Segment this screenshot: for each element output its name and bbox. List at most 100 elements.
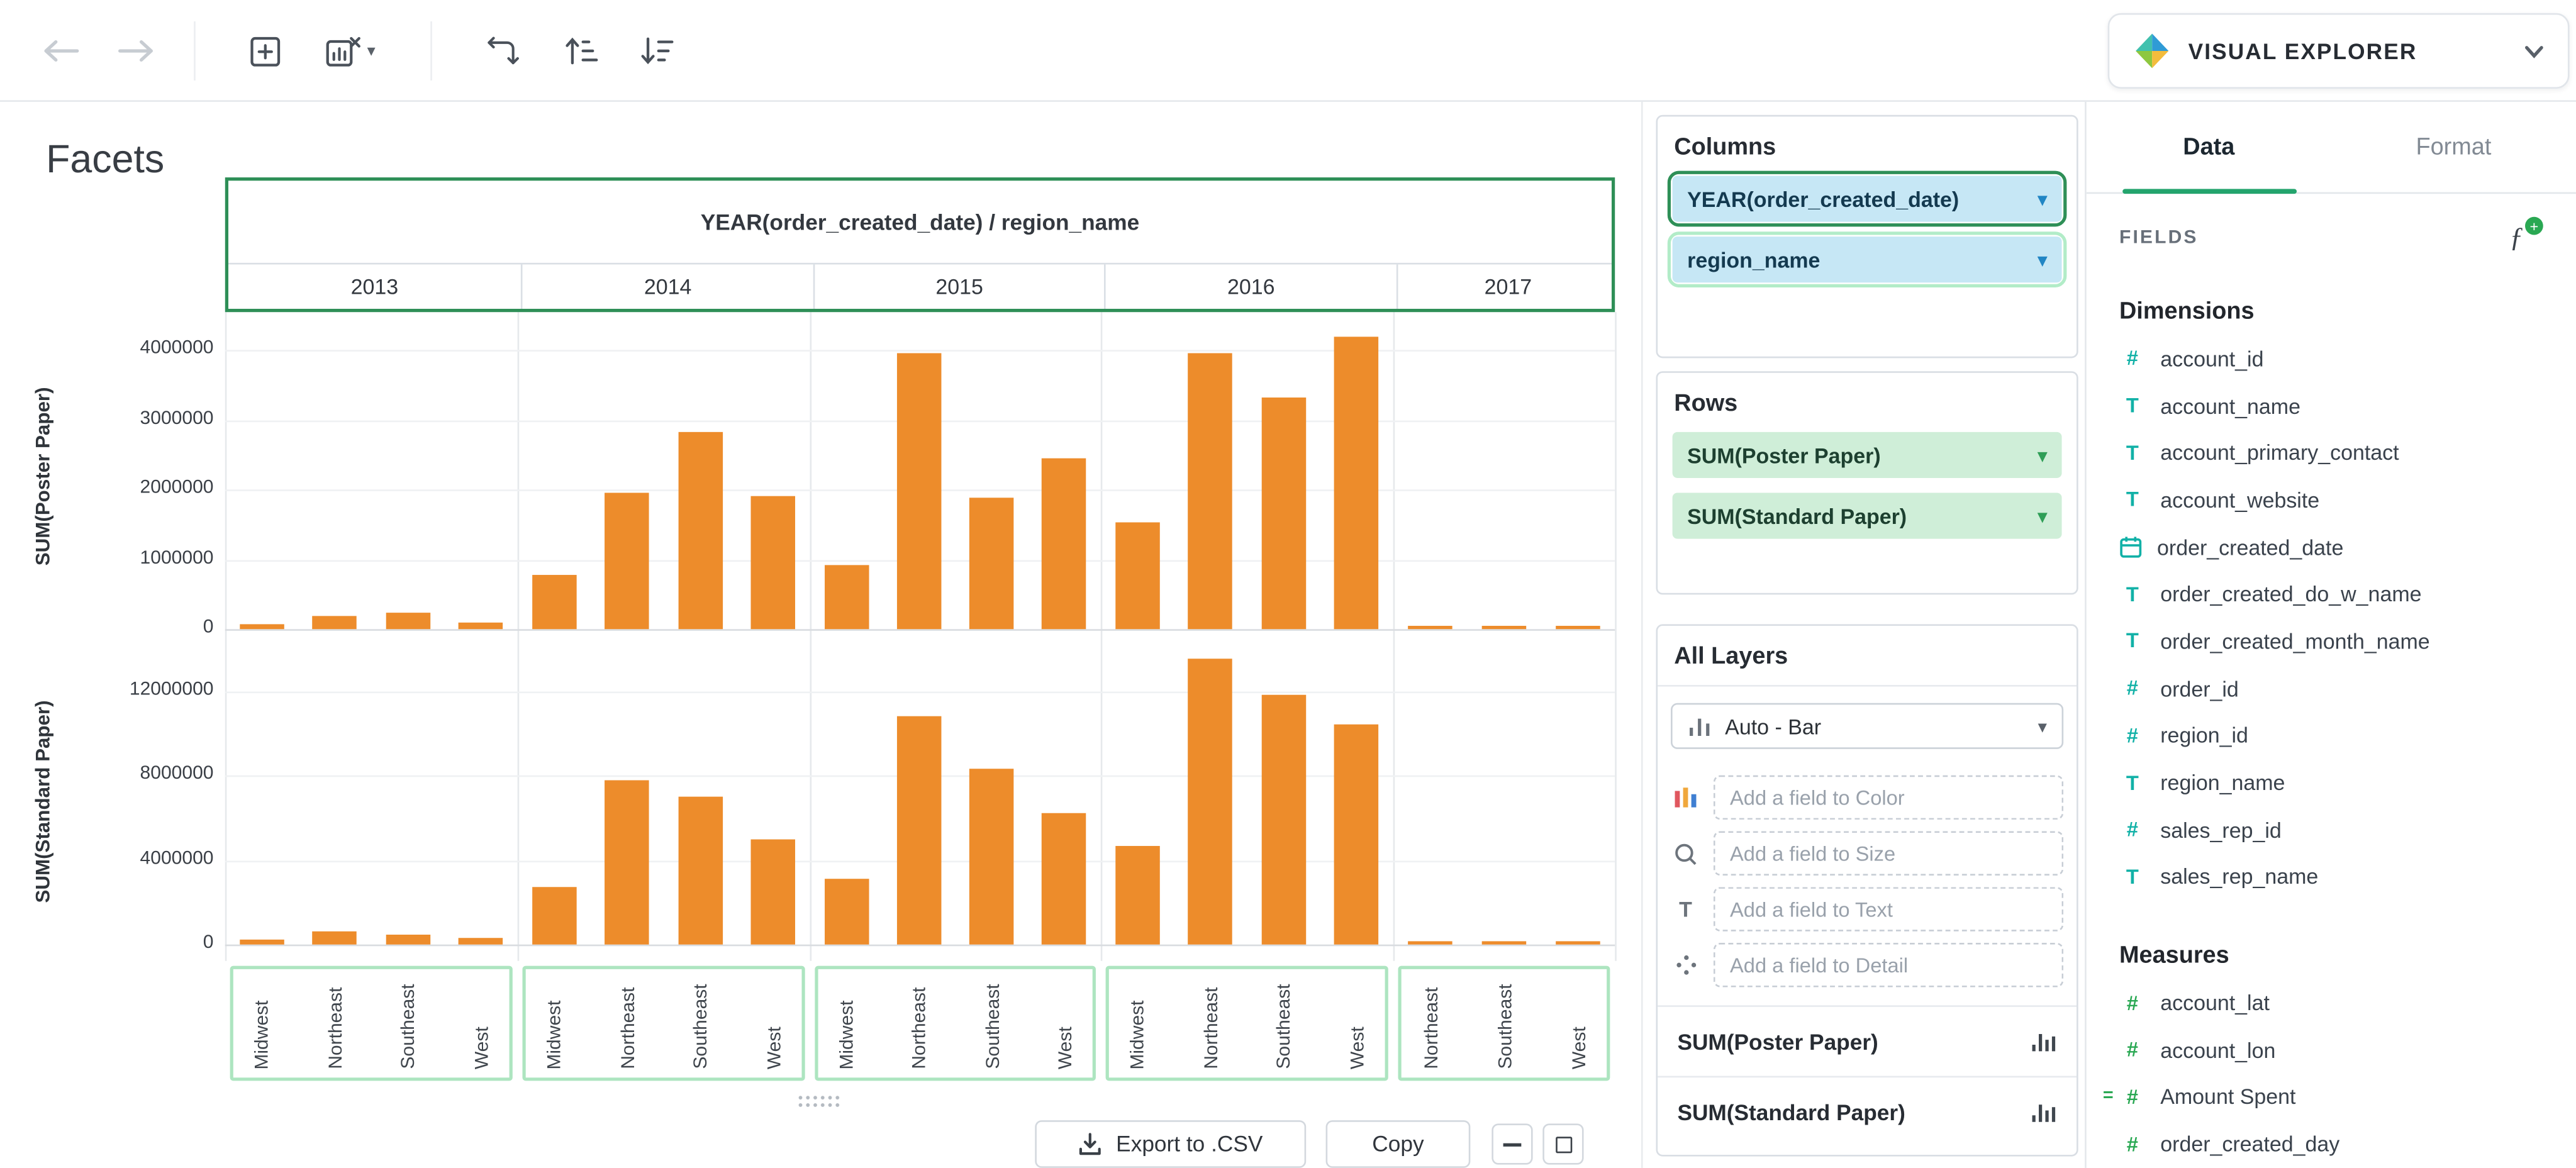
sort-ascending-button[interactable] — [549, 25, 611, 77]
forward-button[interactable] — [105, 25, 167, 77]
bar-2016-Midwest[interactable] — [1115, 845, 1160, 945]
field-order_created_month_name[interactable]: Torder_created_month_name — [2087, 618, 2576, 665]
bar-2016-Southeast[interactable] — [1261, 397, 1306, 630]
x-label-2016-West[interactable]: West — [1347, 1026, 1371, 1069]
x-axis-labels-2015[interactable]: Midwest Northeast Southeast West — [815, 965, 1096, 1081]
column-pill-region_name[interactable]: region_name ▾ — [1672, 236, 2062, 283]
x-label-2014-Southeast[interactable]: Southeast — [691, 984, 715, 1069]
remove-chart-button[interactable]: ▾ — [312, 25, 388, 77]
bar-2017-Southeast[interactable] — [1481, 941, 1527, 945]
layer-measure-SUM(Poster Paper)[interactable]: SUM(Poster Paper) — [1658, 1005, 2077, 1076]
bar-2013-Northeast[interactable] — [312, 932, 357, 945]
x-label-2015-Southeast[interactable]: Southeast — [982, 984, 1006, 1069]
facet-year-2013[interactable]: 2013 — [228, 264, 521, 309]
bar-2014-West[interactable] — [751, 496, 796, 630]
x-axis-labels-2016[interactable]: Midwest Northeast Southeast West — [1105, 965, 1388, 1081]
field-account_lat[interactable]: # account_lat — [2087, 979, 2576, 1026]
bar-2016-West[interactable] — [1334, 336, 1379, 630]
back-button[interactable] — [30, 25, 92, 77]
bar-2017-West[interactable] — [1556, 941, 1600, 945]
field-order_id[interactable]: # order_id — [2087, 665, 2576, 712]
field-sales_rep_name[interactable]: Tsales_rep_name — [2087, 854, 2576, 901]
facet-header[interactable]: YEAR(order_created_date) / region_name 2… — [225, 177, 1615, 313]
x-axis-labels-2013[interactable]: Midwest Northeast Southeast West — [230, 965, 513, 1081]
field-Amount Spent[interactable]: = # Amount Spent — [2087, 1074, 2576, 1121]
layer-type-select[interactable]: Auto - Bar ▾ — [1670, 703, 2064, 749]
facet-year-2016[interactable]: 2016 — [1103, 264, 1397, 309]
bar-2016-West[interactable] — [1334, 725, 1379, 945]
field-slot-input-size[interactable]: Add a field to Size — [1713, 831, 2064, 876]
bar-2017-Northeast[interactable] — [1408, 941, 1452, 945]
bar-2016-Midwest[interactable] — [1115, 522, 1160, 630]
field-account_website[interactable]: Taccount_website — [2087, 477, 2576, 524]
x-label-2015-Northeast[interactable]: Northeast — [909, 987, 934, 1069]
bar-2013-Southeast[interactable] — [386, 613, 430, 630]
facet-year-2014[interactable]: 2014 — [520, 264, 813, 309]
row-pill-SUM(Standard Paper)[interactable]: SUM(Standard Paper) ▾ — [1672, 492, 2062, 539]
x-label-2013-Midwest[interactable]: Midwest — [252, 1000, 276, 1069]
layer-measure-SUM(Standard Paper)[interactable]: SUM(Standard Paper) — [1658, 1076, 2077, 1147]
x-label-2016-Southeast[interactable]: Southeast — [1274, 984, 1298, 1069]
bar-2016-Northeast[interactable] — [1188, 353, 1233, 630]
add-chart-button[interactable] — [233, 25, 296, 77]
field-account_id[interactable]: # account_id — [2087, 335, 2576, 382]
visual-explorer-menu[interactable]: VISUAL EXPLORER — [2107, 13, 2570, 89]
flip-axes-button[interactable] — [470, 25, 532, 77]
sort-descending-button[interactable] — [624, 25, 686, 77]
field-slot-input-color[interactable]: Add a field to Color — [1713, 775, 2064, 820]
field-slot-input-text[interactable]: Add a field to Text — [1713, 887, 2064, 932]
bar-2017-Southeast[interactable] — [1481, 626, 1527, 630]
x-label-2013-West[interactable]: West — [471, 1026, 496, 1069]
bar-2014-Northeast[interactable] — [605, 779, 650, 945]
x-label-2017-West[interactable]: West — [1568, 1026, 1593, 1069]
field-account_name[interactable]: Taccount_name — [2087, 382, 2576, 430]
bar-2014-Southeast[interactable] — [677, 796, 723, 945]
bar-2015-Midwest[interactable] — [824, 879, 869, 945]
field-order_created_date[interactable]: order_created_date — [2087, 523, 2576, 570]
bar-2015-West[interactable] — [1042, 813, 1087, 945]
column-pill-YEAR(order_created_date)[interactable]: YEAR(order_created_date) ▾ — [1672, 175, 2062, 222]
bar-2016-Northeast[interactable] — [1188, 659, 1233, 945]
export-csv-button[interactable]: Export to .CSV — [1035, 1120, 1307, 1168]
bar-2013-Midwest[interactable] — [239, 625, 284, 630]
field-order_created_do_w_name[interactable]: Torder_created_do_w_name — [2087, 570, 2576, 618]
bar-2013-Southeast[interactable] — [386, 933, 430, 945]
bar-2014-Northeast[interactable] — [605, 492, 650, 630]
bar-2013-Midwest[interactable] — [239, 939, 284, 945]
x-label-2014-Midwest[interactable]: Midwest — [544, 1000, 569, 1069]
bar-2015-Southeast[interactable] — [969, 769, 1014, 945]
bar-2015-West[interactable] — [1042, 458, 1087, 630]
bar-2014-West[interactable] — [751, 838, 796, 945]
bar-2015-Midwest[interactable] — [824, 565, 869, 630]
bar-2013-Northeast[interactable] — [312, 615, 357, 630]
x-label-2015-West[interactable]: West — [1054, 1026, 1079, 1069]
copy-button[interactable]: Copy — [1325, 1120, 1471, 1168]
tab-format[interactable]: Format — [2331, 102, 2576, 192]
expand-chart-button[interactable] — [1542, 1123, 1584, 1165]
field-order_created_day[interactable]: # order_created_day — [2087, 1121, 2576, 1168]
bar-2014-Southeast[interactable] — [677, 432, 723, 630]
bar-2015-Northeast[interactable] — [896, 716, 942, 945]
row-pill-SUM(Poster Paper)[interactable]: SUM(Poster Paper) ▾ — [1672, 431, 2062, 478]
bar-2015-Southeast[interactable] — [969, 498, 1014, 630]
x-label-2015-Midwest[interactable]: Midwest — [837, 1000, 861, 1069]
x-label-2013-Northeast[interactable]: Northeast — [325, 987, 349, 1069]
bar-2017-Northeast[interactable] — [1408, 626, 1452, 630]
add-calculated-field-button[interactable]: ƒ + — [2509, 216, 2543, 255]
bar-2014-Midwest[interactable] — [532, 887, 577, 945]
bar-2013-West[interactable] — [459, 937, 503, 945]
resize-handle[interactable] — [796, 1094, 840, 1108]
field-region_id[interactable]: # region_id — [2087, 712, 2576, 759]
bar-2014-Midwest[interactable] — [532, 574, 577, 630]
x-axis-labels-2014[interactable]: Midwest Northeast Southeast West — [522, 965, 805, 1081]
field-account_primary_contact[interactable]: Taccount_primary_contact — [2087, 430, 2576, 477]
x-label-2013-Southeast[interactable]: Southeast — [398, 984, 423, 1069]
field-account_lon[interactable]: # account_lon — [2087, 1026, 2576, 1074]
x-label-2017-Southeast[interactable]: Southeast — [1494, 984, 1519, 1069]
x-axis-labels-2017[interactable]: Northeast Southeast West — [1398, 965, 1610, 1081]
field-region_name[interactable]: Tregion_name — [2087, 759, 2576, 806]
field-slot-input-detail[interactable]: Add a field to Detail — [1713, 943, 2064, 987]
bar-2016-Southeast[interactable] — [1261, 695, 1306, 945]
x-label-2016-Midwest[interactable]: Midwest — [1127, 1000, 1152, 1069]
x-label-2014-Northeast[interactable]: Northeast — [617, 987, 642, 1069]
